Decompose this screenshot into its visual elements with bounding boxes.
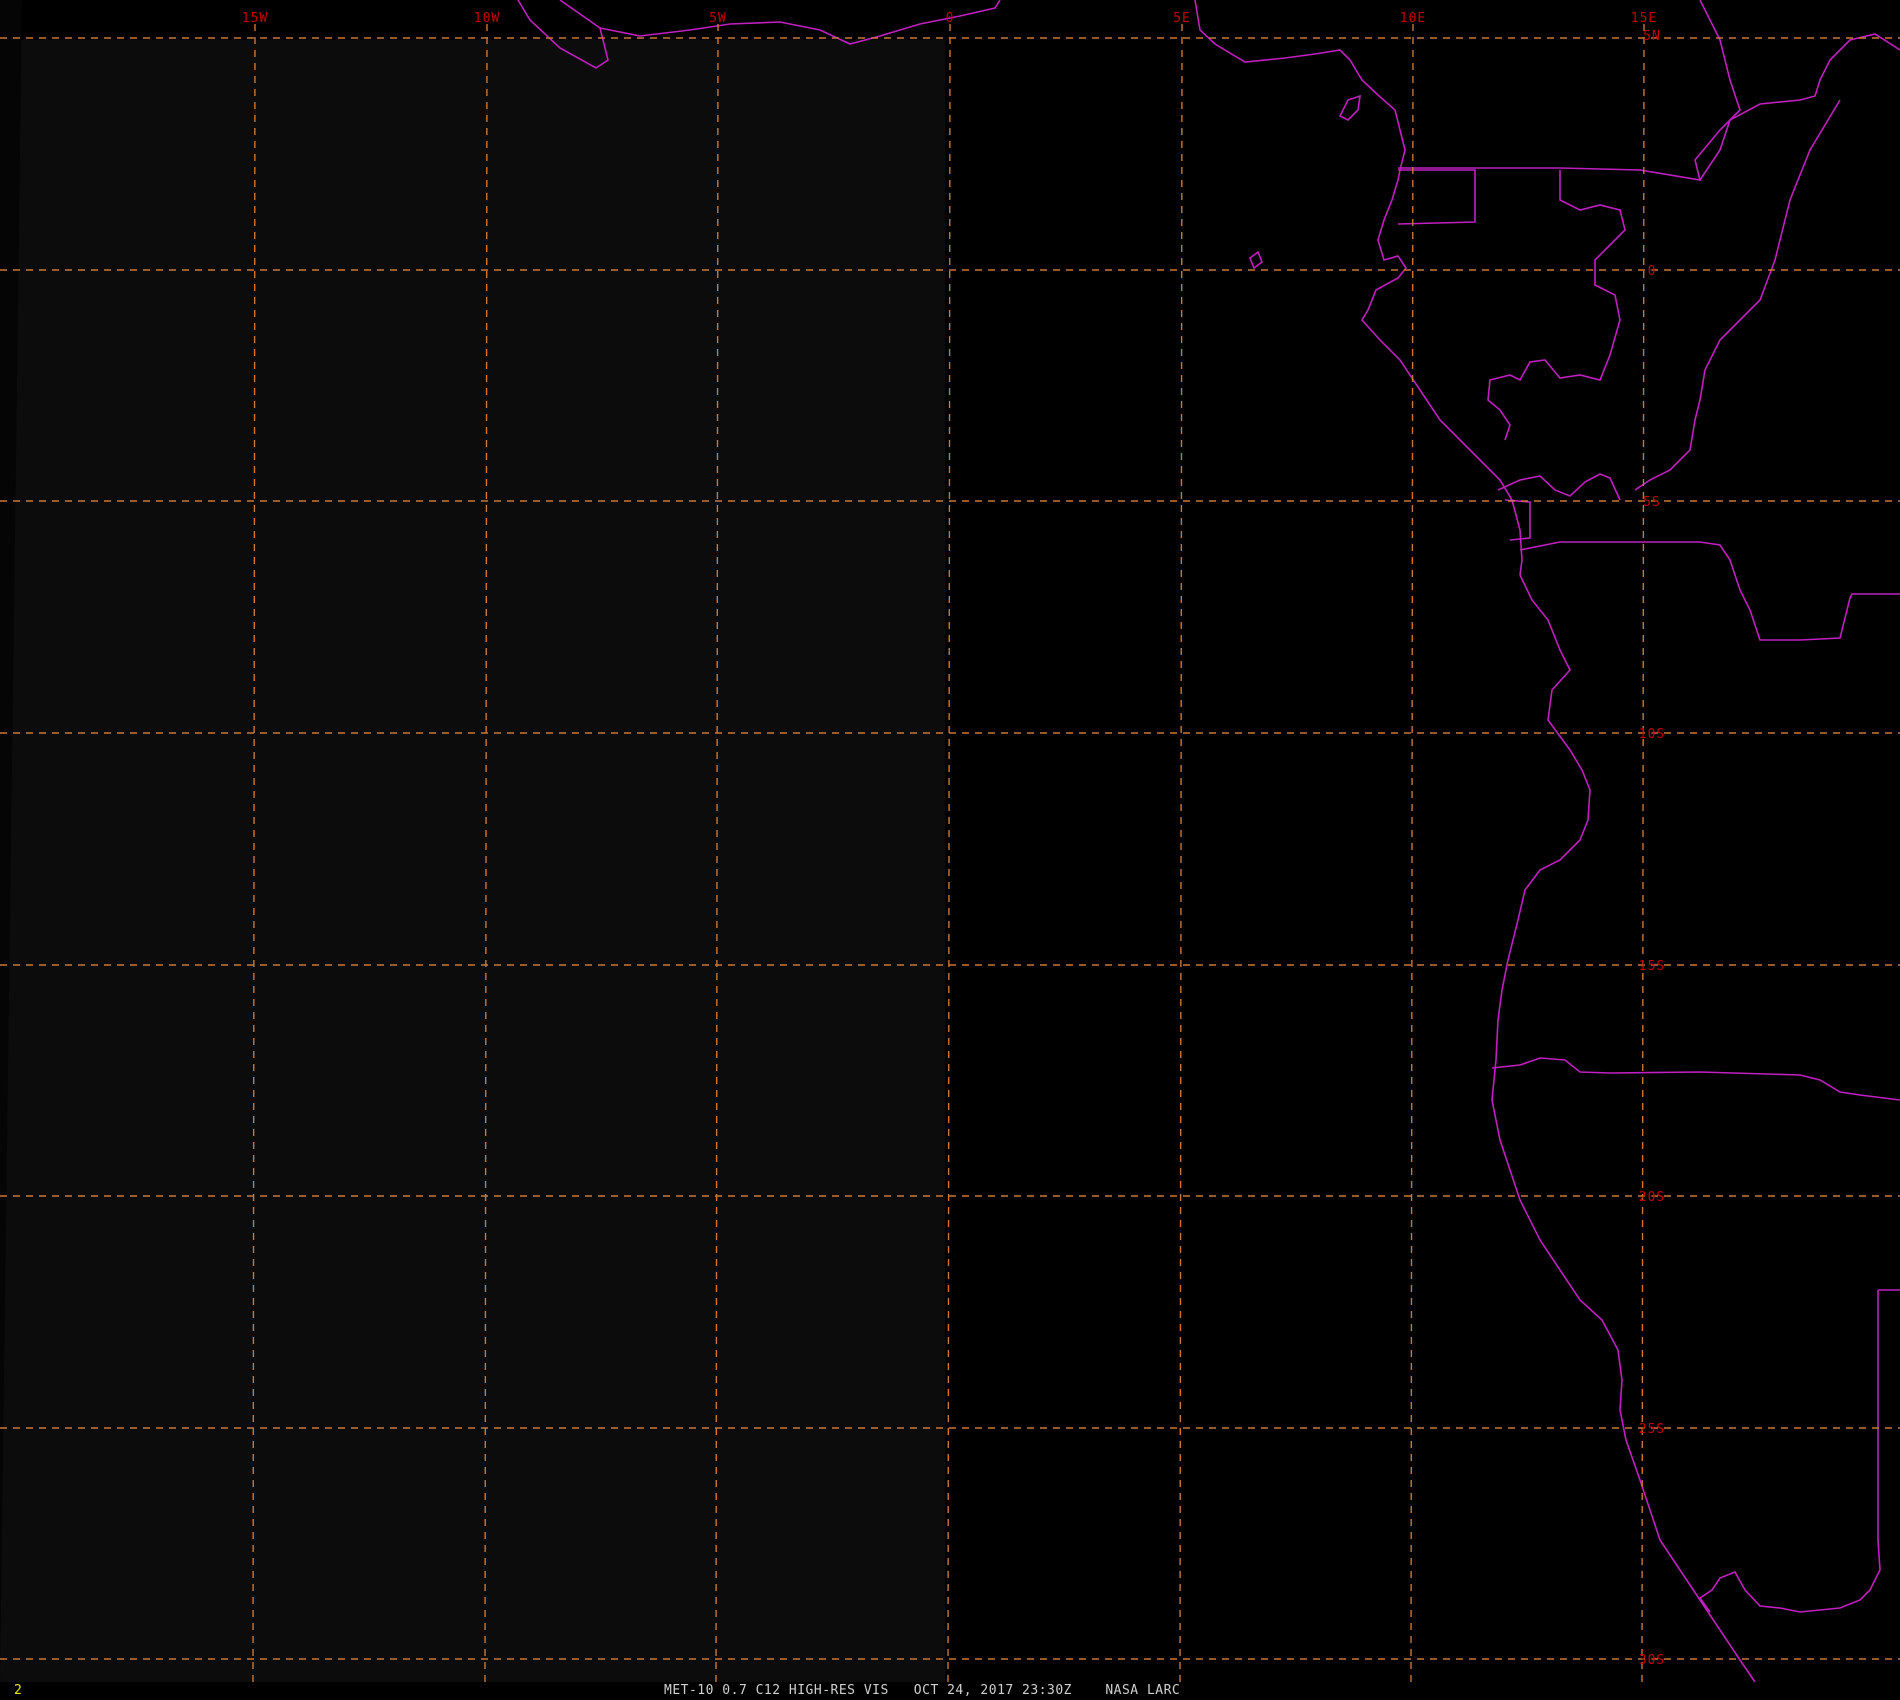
- longitude-label: 15E: [1631, 11, 1657, 26]
- latitude-label: 10S: [1639, 727, 1665, 742]
- bioko-island: [1338, 94, 1361, 121]
- latitude-label: 5S: [1643, 495, 1661, 510]
- longitude-label: 5W: [709, 11, 727, 26]
- longitude-label: 10W: [474, 11, 500, 26]
- border-cameroon-south: [1397, 169, 1476, 225]
- longitude-label: 10E: [1400, 11, 1426, 26]
- latitude-label: 30S: [1639, 1653, 1665, 1668]
- border-cameroon-east: [1398, 0, 1741, 181]
- longitude-label: 0: [946, 11, 955, 26]
- border-namibia-south-africa: [1698, 1539, 1881, 1613]
- longitude-label: 5E: [1173, 11, 1191, 26]
- image-caption: MET-10 0.7 C12 HIGH-RES VIS OCT 24, 2017…: [664, 1683, 1181, 1698]
- status-bar: 2 MET-10 0.7 C12 HIGH-RES VIS OCT 24, 20…: [0, 1682, 1900, 1700]
- meridian-line: [1410, 23, 1414, 1683]
- latitude-label: 15S: [1639, 959, 1665, 974]
- meridian-line: [1179, 23, 1183, 1683]
- border-angola-namibia: [1491, 1057, 1900, 1101]
- meridian-line: [947, 23, 951, 1683]
- map-canvas: 15W 10W 5W 0 5E 10E 15E 5N 0 5S 10S 15S 20S 25S 30S: [0, 0, 1900, 1683]
- border-angola-drc: [1519, 541, 1900, 641]
- angola-namibia-coast: [1491, 574, 1756, 1683]
- frame-number: 2: [14, 1683, 22, 1698]
- western-image-sector: [0, 40, 945, 1682]
- satellite-image-frame: 15W 10W 5W 0 5E 10E 15E 5N 0 5S 10S 15S 20S 25S 30S 2 …: [0, 0, 1900, 1700]
- latitude-label: 20S: [1639, 1190, 1665, 1205]
- longitude-label: 15W: [242, 11, 268, 26]
- border-car-congo: [1699, 33, 1900, 181]
- sao-tome-island: [1249, 250, 1263, 270]
- border-congo-drc-east: [1634, 99, 1841, 491]
- nigeria-cameroon-coast: [1194, 0, 1406, 181]
- latitude-label: 25S: [1639, 1422, 1665, 1437]
- latitude-label: 0: [1648, 264, 1657, 279]
- latitude-label: 5N: [1643, 29, 1661, 44]
- border-cabinda: [1497, 473, 1621, 501]
- border-gabon-congo: [1487, 170, 1626, 441]
